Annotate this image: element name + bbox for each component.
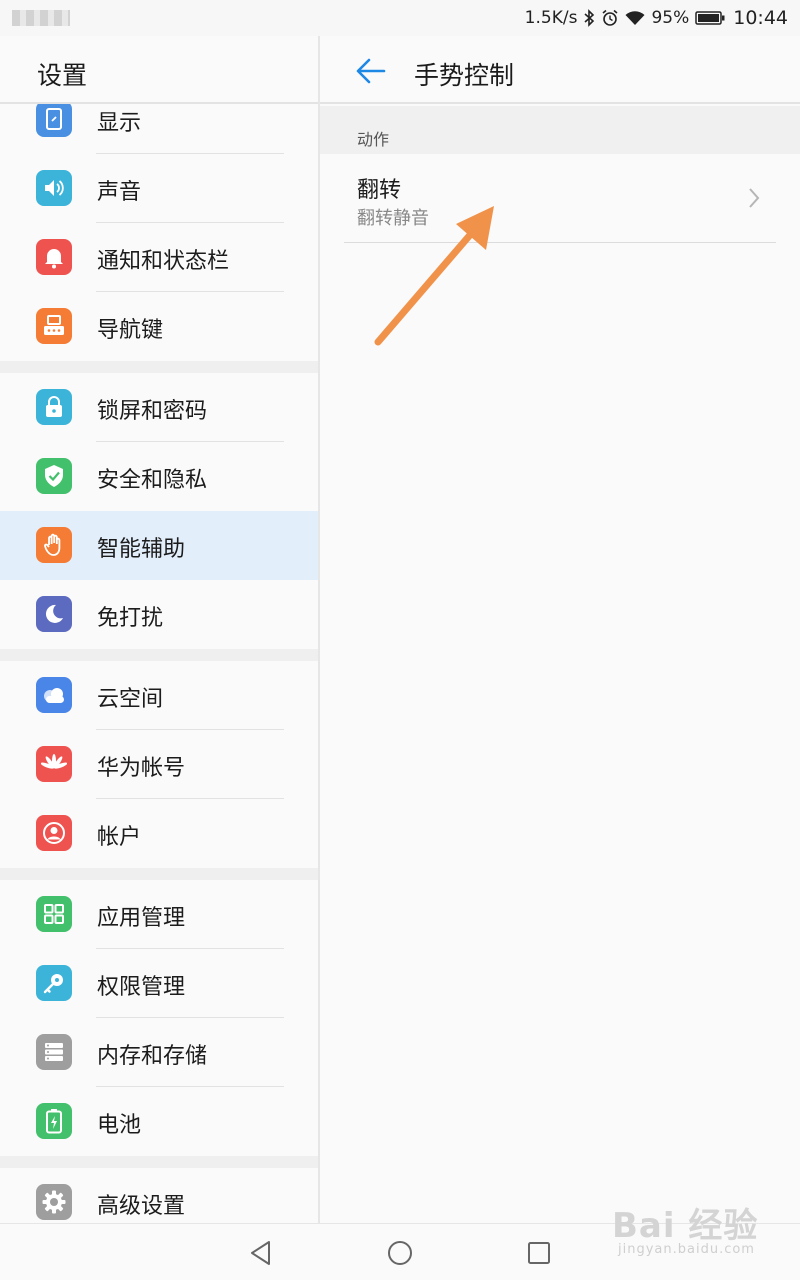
settings-item-label: 帐户 <box>97 825 142 850</box>
settings-item-label: 声音 <box>97 180 142 205</box>
back-arrow-icon[interactable] <box>354 54 388 88</box>
settings-item-sound[interactable]: 声音 <box>0 154 318 223</box>
settings-item-advanced[interactable]: 高级设置 <box>0 1168 318 1223</box>
status-bar: 1.5K/s 95% 10:44 <box>0 0 800 36</box>
settings-item-label: 内存和存储 <box>97 1044 208 1069</box>
settings-item-label: 云空间 <box>97 687 164 712</box>
settings-item-label: 通知和状态栏 <box>97 249 230 274</box>
huawei-logo-icon <box>36 746 72 782</box>
settings-item-navigation-key[interactable]: 导航键 <box>0 292 318 361</box>
settings-item-apps[interactable]: 应用管理 <box>0 880 318 949</box>
battery-charge-icon <box>36 1103 72 1139</box>
navigation-key-icon <box>36 308 72 344</box>
battery-icon <box>695 11 725 25</box>
moon-icon <box>36 596 72 632</box>
blurred-notification-icons <box>12 10 70 26</box>
baidu-jingyan-watermark: Bai 经验 jingyan.baidu.com <box>612 1198 760 1268</box>
clock: 10:44 <box>733 7 788 29</box>
watermark-url: jingyan.baidu.com <box>618 1242 755 1257</box>
settings-item-accounts[interactable]: 帐户 <box>0 799 318 868</box>
bluetooth-icon <box>584 9 595 27</box>
bell-icon <box>36 239 72 275</box>
apps-grid-icon <box>36 896 72 932</box>
settings-item-label: 高级设置 <box>97 1194 186 1219</box>
storage-icon <box>36 1034 72 1070</box>
battery-percent: 95% <box>651 8 690 28</box>
settings-item-label: 导航键 <box>97 318 164 343</box>
speaker-icon <box>36 170 72 206</box>
section-header <box>320 106 800 154</box>
settings-item-security[interactable]: 安全和隐私 <box>0 442 318 511</box>
hand-icon <box>36 527 72 563</box>
back-icon[interactable] <box>246 1238 276 1268</box>
settings-item-huawei-account[interactable]: 华为帐号 <box>0 730 318 799</box>
network-speed: 1.5K/s <box>524 8 578 28</box>
recents-icon[interactable] <box>524 1238 554 1268</box>
settings-item-battery[interactable]: 电池 <box>0 1087 318 1156</box>
settings-item-label: 免打扰 <box>97 606 164 631</box>
settings-item-storage[interactable]: 内存和存储 <box>0 1018 318 1087</box>
user-icon <box>36 815 72 851</box>
settings-item-lockscreen[interactable]: 锁屏和密码 <box>0 373 318 442</box>
settings-item-label: 华为帐号 <box>97 756 186 781</box>
alarm-icon <box>602 9 618 26</box>
status-bar-right: 1.5K/s 95% 10:44 <box>525 6 788 30</box>
page-title: 手势控制 <box>414 61 515 90</box>
settings-item-label: 电池 <box>97 1113 142 1138</box>
settings-item-label: 显示 <box>97 111 142 136</box>
gear-icon <box>36 1184 72 1220</box>
settings-list-pane: 设置 显示 声音 通知和状态栏 导航键 锁屏和密码 安全和隐私 智能辅助 免打扰… <box>0 36 318 1223</box>
chevron-right-icon <box>749 188 760 208</box>
page-title: 设置 <box>37 61 88 90</box>
detail-header: 手势控制 <box>320 36 800 104</box>
shield-check-icon <box>36 458 72 494</box>
watermark-logo: Bai 经验 <box>612 1206 759 1246</box>
lock-icon <box>36 389 72 425</box>
group-spacer <box>0 1156 318 1168</box>
group-spacer <box>0 649 318 661</box>
settings-item-label: 安全和隐私 <box>97 468 208 493</box>
settings-item-smart-assistance[interactable]: 智能辅助 <box>0 511 318 580</box>
settings-item-label: 智能辅助 <box>97 537 186 562</box>
display-icon <box>36 101 72 137</box>
cloud-icon <box>36 677 72 713</box>
settings-header: 设置 <box>0 36 318 104</box>
settings-item-cloud[interactable]: 云空间 <box>0 661 318 730</box>
settings-item-do-not-disturb[interactable]: 免打扰 <box>0 580 318 649</box>
settings-item-permissions[interactable]: 权限管理 <box>0 949 318 1018</box>
home-icon[interactable] <box>385 1238 415 1268</box>
settings-item-notifications[interactable]: 通知和状态栏 <box>0 223 318 292</box>
group-spacer <box>0 361 318 373</box>
settings-item-label: 权限管理 <box>97 975 186 1000</box>
settings-item-label: 应用管理 <box>97 906 186 931</box>
group-spacer <box>0 868 318 880</box>
wifi-icon <box>625 11 645 25</box>
section-label: 动作 <box>357 130 390 149</box>
annotation-arrow-icon <box>374 206 494 346</box>
key-icon <box>36 965 72 1001</box>
settings-item-label: 锁屏和密码 <box>97 399 208 424</box>
